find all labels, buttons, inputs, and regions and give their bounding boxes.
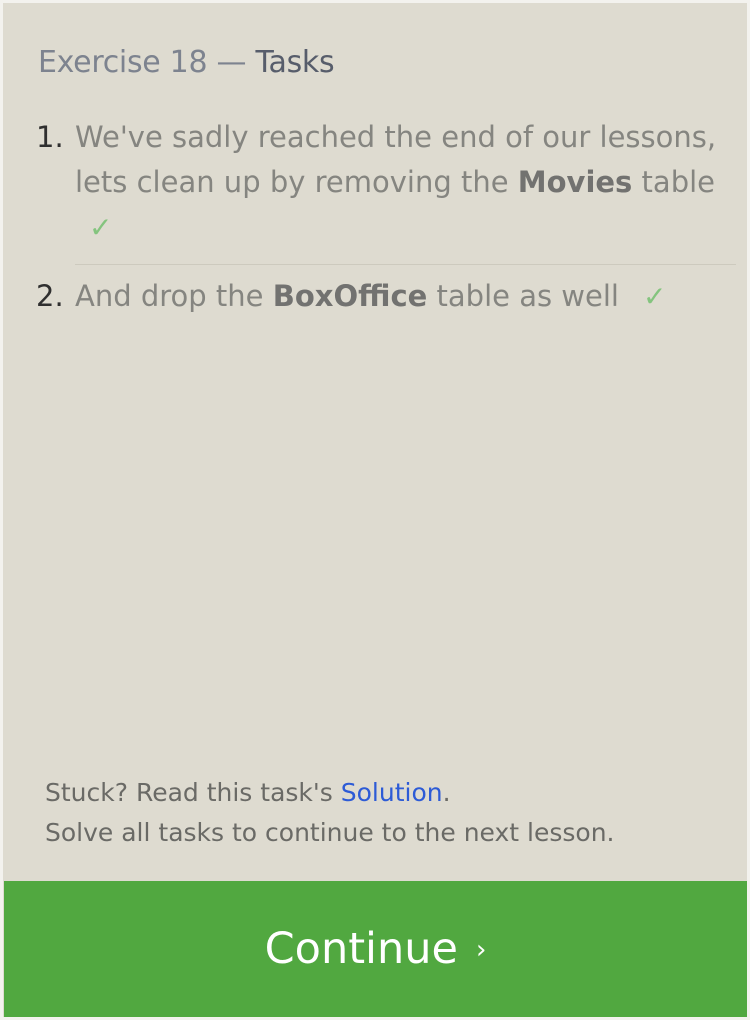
check-icon: ✓	[642, 280, 667, 313]
task-list: 1. We've sadly reached the end of our le…	[36, 115, 736, 319]
continue-instruction: Solve all tasks to continue to the next …	[45, 818, 615, 847]
section-label: Tasks	[255, 45, 335, 80]
task-text-end: table	[632, 165, 715, 199]
stuck-prefix: Stuck? Read this task's	[45, 778, 341, 807]
continue-button[interactable]: Continue ›	[4, 881, 747, 1017]
stuck-suffix: .	[442, 778, 451, 807]
task-text: And drop the	[75, 279, 273, 313]
task-table-name: Movies	[517, 165, 633, 199]
title-separator: —	[216, 45, 247, 80]
task-item-2: 2. And drop the BoxOffice table as well ✓	[36, 274, 736, 319]
task-table-name: BoxOffice	[272, 279, 428, 313]
continue-label: Continue	[264, 924, 458, 974]
solution-link[interactable]: Solution	[341, 778, 443, 807]
check-icon: ✓	[89, 211, 113, 244]
task-divider	[75, 264, 736, 265]
chevron-right-icon: ›	[475, 935, 487, 965]
stuck-line: Stuck? Read this task's Solution.	[45, 773, 615, 813]
task-text-end: table as well	[427, 279, 619, 313]
task-number: 2.	[36, 279, 64, 313]
exercise-title: Exercise 18 — Tasks	[38, 45, 335, 80]
task-number: 1.	[36, 120, 64, 154]
task-footer: Stuck? Read this task's Solution. Solve …	[45, 773, 615, 853]
task-panel: Exercise 18 — Tasks 1. We've sadly reach…	[3, 3, 747, 1017]
exercise-label: Exercise 18	[38, 45, 208, 80]
task-item-1: 1. We've sadly reached the end of our le…	[36, 115, 736, 264]
